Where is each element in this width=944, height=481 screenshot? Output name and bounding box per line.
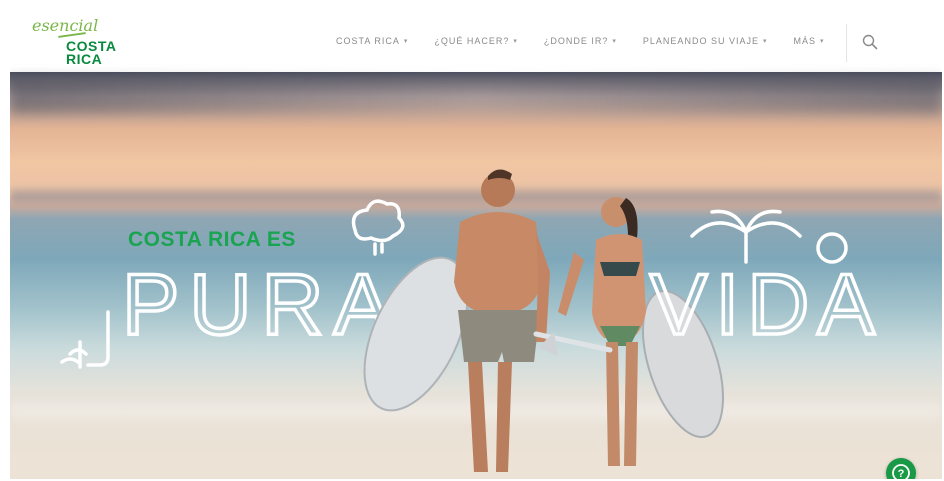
logo-wordmark: COSTA RICA <box>66 39 116 67</box>
logo-line-2: RICA <box>66 51 103 67</box>
header-divider <box>846 24 847 62</box>
nav-item-donde-ir[interactable]: ¿DONDE IR? ▾ <box>544 36 617 46</box>
site-header: esencial COSTA RICA COSTA RICA ▾ ¿QUÉ HA… <box>10 12 942 73</box>
hero-photo-illustration: PURA VIDA <box>60 169 883 472</box>
nav-item-label: PLANEANDO SU VIAJE <box>642 36 759 46</box>
help-glyph: ? <box>898 468 905 479</box>
chevron-down-icon: ▾ <box>513 38 518 45</box>
hero-banner: PURA VIDA COSTA RICA ES ? <box>10 72 942 479</box>
headline-pura: PURA <box>122 257 401 353</box>
site-logo[interactable]: esencial COSTA RICA <box>32 16 152 68</box>
wave-icon <box>60 310 110 369</box>
search-icon[interactable] <box>862 34 878 50</box>
nav-item-mas[interactable]: MÁS ▾ <box>793 36 824 46</box>
chevron-down-icon: ▾ <box>403 38 409 45</box>
nav-item-que-hacer[interactable]: ¿QUÉ HACER? ▾ <box>434 36 518 46</box>
nav-item-label: ¿QUÉ HACER? <box>434 36 510 46</box>
tree-icon <box>351 199 405 256</box>
logo-script: esencial <box>32 16 99 35</box>
chevron-down-icon: ▾ <box>612 38 617 45</box>
nav-item-label: COSTA RICA <box>336 36 400 46</box>
nav-item-planeando[interactable]: PLANEANDO SU VIAJE ▾ <box>643 36 768 46</box>
nav-item-costa-rica[interactable]: COSTA RICA ▾ <box>336 36 408 46</box>
nav-item-label: MÁS <box>793 36 816 46</box>
palm-tree-icon <box>690 209 802 264</box>
nav-item-label: ¿DONDE IR? <box>543 36 609 46</box>
main-nav: COSTA RICA ▾ ¿QUÉ HACER? ▾ ¿DONDE IR? ▾ … <box>336 36 825 46</box>
headline-vida: VIDA <box>650 257 883 353</box>
chevron-down-icon: ▾ <box>819 38 825 45</box>
browser-viewport: esencial COSTA RICA COSTA RICA ▾ ¿QUÉ HA… <box>10 12 942 479</box>
hero-tagline: COSTA RICA ES <box>128 228 296 251</box>
chat-help-icon: ? <box>892 464 910 479</box>
chevron-down-icon: ▾ <box>762 38 768 45</box>
